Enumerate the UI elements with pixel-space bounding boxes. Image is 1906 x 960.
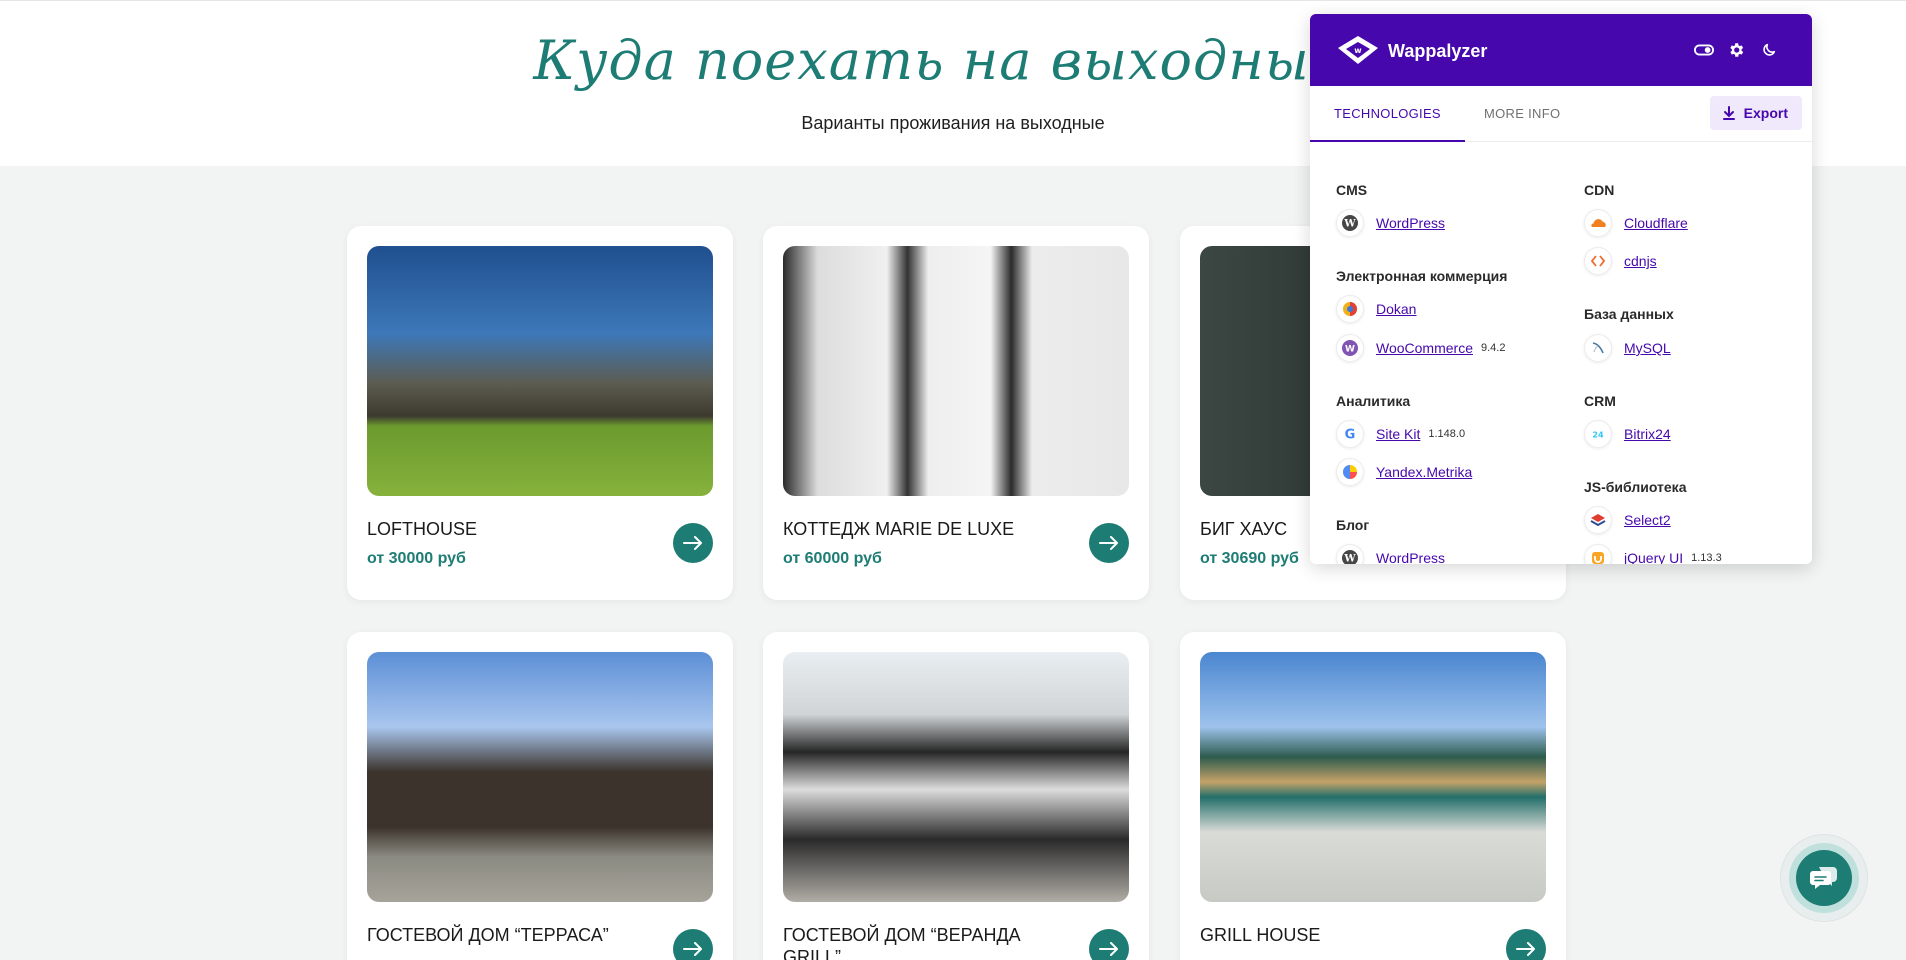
listing-title[interactable]: LOFTHOUSE [367, 518, 637, 540]
cloudflare-icon [1584, 209, 1612, 237]
tech-name[interactable]: Site Kit [1376, 426, 1420, 442]
toggle-icon[interactable] [1694, 40, 1714, 60]
tech-name[interactable]: cdnjs [1624, 253, 1657, 269]
category-crm: CRM [1584, 393, 1616, 409]
listing-photo[interactable] [367, 652, 713, 902]
tech-item[interactable]: W WooCommerce 9.4.2 [1336, 334, 1505, 362]
svg-text:W: W [1343, 219, 1356, 230]
listing-title[interactable]: GRILL HOUSE [1200, 924, 1470, 946]
tech-item[interactable]: W WordPress [1336, 544, 1445, 564]
tech-name[interactable]: WooCommerce [1376, 340, 1473, 356]
wappalyzer-header: w Wappalyzer [1310, 14, 1812, 86]
listing-card[interactable]: LOFTHOUSE от 30000 руб [347, 226, 733, 600]
arrow-right-icon[interactable] [1089, 523, 1129, 563]
svg-text:24: 24 [1592, 431, 1604, 440]
jquery-ui-icon [1584, 544, 1612, 564]
tech-name[interactable]: Yandex.Metrika [1376, 464, 1472, 480]
tab-more-info[interactable]: MORE INFO [1460, 86, 1584, 142]
tech-name[interactable]: MySQL [1624, 340, 1671, 356]
category-js-library: JS-библиотека [1584, 479, 1687, 495]
listing-photo[interactable] [1200, 652, 1546, 902]
tech-item[interactable]: G Site Kit 1.148.0 [1336, 420, 1465, 448]
wappalyzer-popup: w Wappalyzer TECHNOLOGIES MORE INFO Expo… [1310, 14, 1812, 564]
wordpress-icon: W [1336, 544, 1364, 564]
category-ecommerce: Электронная коммерция [1336, 268, 1508, 284]
listing-photo[interactable] [783, 246, 1129, 496]
listing-title[interactable]: КОТТЕДЖ MARIE DE LUXE [783, 518, 1053, 540]
tech-item[interactable]: 24 Bitrix24 [1584, 420, 1671, 448]
listing-price: от 30690 руб [1200, 550, 1299, 567]
tech-name[interactable]: jQuery UI [1624, 550, 1683, 564]
listing-title[interactable]: ГОСТЕВОЙ ДОМ “ВЕРАНДА GRILL” [783, 924, 1053, 960]
tech-name[interactable]: WordPress [1376, 215, 1445, 231]
tech-name[interactable]: WordPress [1376, 550, 1445, 564]
chat-widget [1780, 834, 1868, 922]
chat-button[interactable] [1796, 850, 1852, 906]
tech-name[interactable]: Bitrix24 [1624, 426, 1671, 442]
tech-name[interactable]: Dokan [1376, 301, 1416, 317]
download-icon [1722, 106, 1735, 120]
category-cms: CMS [1336, 182, 1368, 198]
category-analytics: Аналитика [1336, 393, 1411, 409]
bitrix24-icon: 24 [1584, 420, 1612, 448]
svg-text:w: w [1354, 46, 1362, 55]
tech-item[interactable]: cdnjs [1584, 247, 1657, 275]
tech-item[interactable]: Yandex.Metrika [1336, 458, 1472, 486]
listing-price: от 60000 руб [783, 550, 882, 567]
tech-item[interactable]: Cloudflare [1584, 209, 1688, 237]
export-label: Export [1743, 105, 1788, 121]
yandex-metrika-icon [1336, 458, 1364, 486]
listing-photo[interactable] [783, 652, 1129, 902]
svg-text:W: W [1345, 345, 1355, 355]
tech-item[interactable]: jQuery UI 1.13.3 [1584, 544, 1722, 564]
moon-icon[interactable] [1759, 40, 1779, 60]
tech-version: 1.13.3 [1691, 552, 1722, 564]
tech-item[interactable]: Dokan [1336, 295, 1416, 323]
tech-version: 9.4.2 [1481, 342, 1506, 354]
google-icon: G [1336, 420, 1364, 448]
tech-item[interactable]: W WordPress [1336, 209, 1445, 237]
mysql-icon [1584, 334, 1612, 362]
tech-item[interactable]: Select2 [1584, 506, 1671, 534]
arrow-right-icon[interactable] [673, 929, 713, 960]
svg-text:G: G [1345, 428, 1356, 443]
listing-card[interactable]: ГОСТЕВОЙ ДОМ “ВЕРАНДА GRILL” [763, 632, 1149, 960]
category-cdn: CDN [1584, 182, 1615, 198]
wappalyzer-brand: Wappalyzer [1388, 41, 1488, 61]
arrow-right-icon[interactable] [1506, 929, 1546, 960]
wappalyzer-tabs: TECHNOLOGIES MORE INFO Export [1310, 86, 1812, 142]
listing-price: от 30000 руб [367, 550, 466, 567]
chat-widget-ring [1789, 843, 1859, 913]
arrow-right-icon[interactable] [1089, 929, 1129, 960]
cdnjs-icon [1584, 247, 1612, 275]
listing-title[interactable]: ГОСТЕВОЙ ДОМ “ТЕРРАСА” [367, 924, 637, 946]
svg-text:W: W [1343, 554, 1356, 565]
arrow-right-icon[interactable] [673, 523, 713, 563]
listing-card[interactable]: КОТТЕДЖ MARIE DE LUXE от 60000 руб [763, 226, 1149, 600]
tech-name[interactable]: Select2 [1624, 512, 1671, 528]
listing-photo[interactable] [367, 246, 713, 496]
export-button[interactable]: Export [1709, 96, 1802, 130]
tab-technologies[interactable]: TECHNOLOGIES [1310, 86, 1465, 142]
wordpress-icon: W [1336, 209, 1364, 237]
gear-icon[interactable] [1726, 40, 1746, 60]
woocommerce-icon: W [1336, 334, 1364, 362]
select2-icon [1584, 506, 1612, 534]
category-database: База данных [1584, 306, 1674, 322]
dokan-icon [1336, 295, 1364, 323]
listing-card[interactable]: GRILL HOUSE [1180, 632, 1566, 960]
tech-version: 1.148.0 [1428, 428, 1466, 440]
tech-name[interactable]: Cloudflare [1624, 215, 1688, 231]
tech-item[interactable]: MySQL [1584, 334, 1671, 362]
chat-bubble-icon [1810, 867, 1837, 889]
category-blog: Блог [1336, 517, 1370, 533]
listing-card[interactable]: ГОСТЕВОЙ ДОМ “ТЕРРАСА” [347, 632, 733, 960]
technologies-list: CMS W WordPress Электронная коммерция Do… [1310, 143, 1812, 564]
wappalyzer-logo-icon: w [1336, 34, 1380, 66]
